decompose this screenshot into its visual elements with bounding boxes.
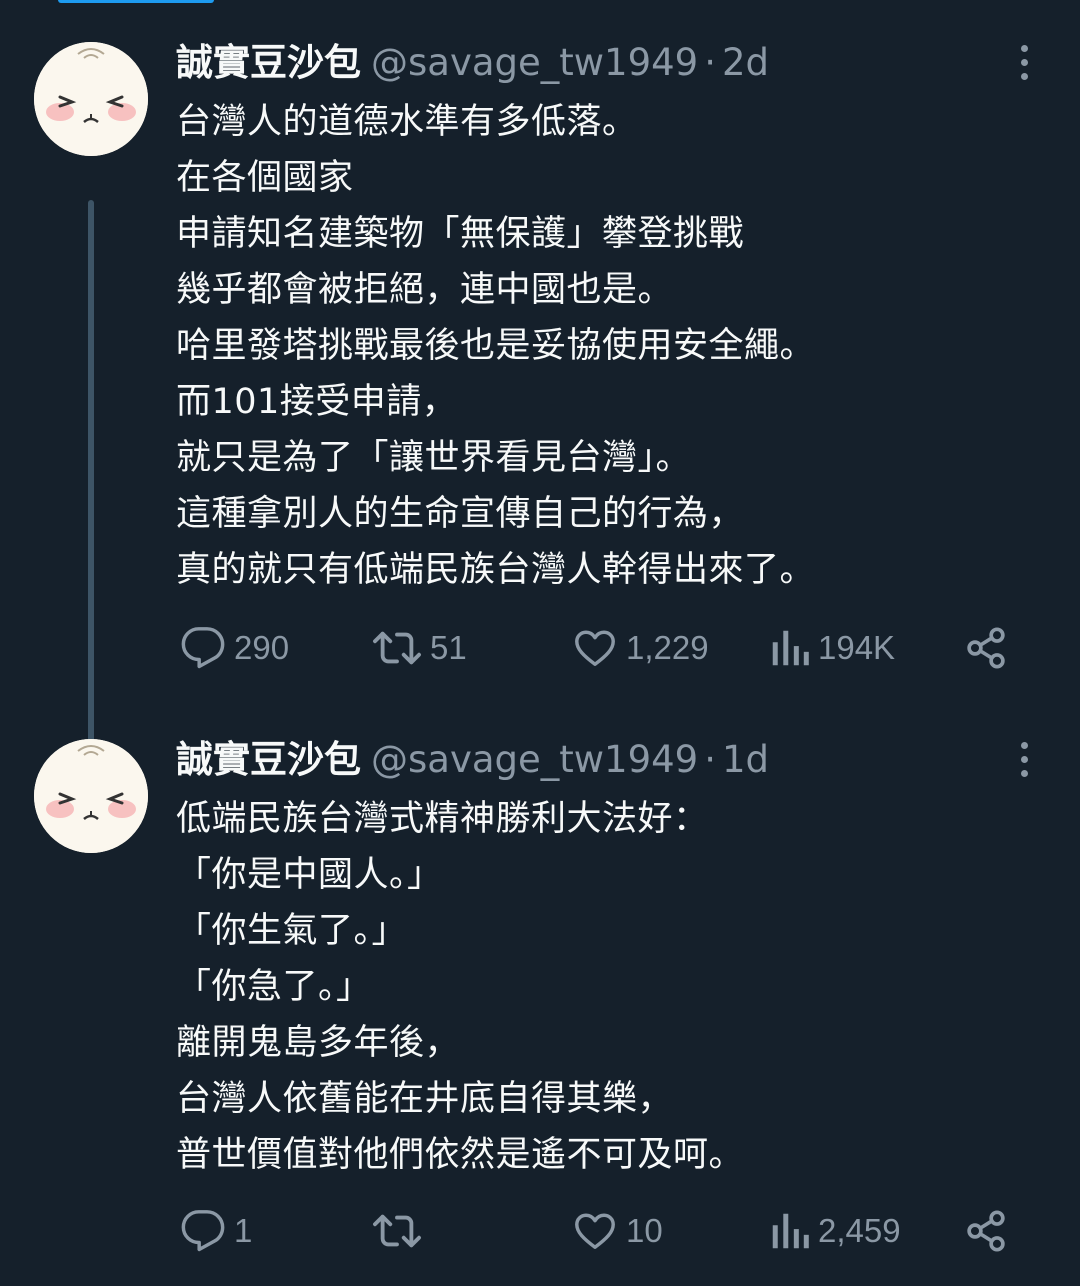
tweet-text-line: 「你生氣了。」: [176, 911, 408, 951]
retweet-count: 51: [430, 629, 467, 666]
reply-count: 290: [234, 629, 290, 666]
vertical-ellipsis-icon: [1020, 44, 1028, 52]
top-tab-indicator: [58, 0, 214, 3]
tweet-text-line: 申請知名建築物「無保護」攀登挑戰: [176, 214, 745, 254]
display-name[interactable]: 誠實豆沙包: [176, 41, 361, 84]
more-options-button[interactable]: [1004, 42, 1044, 82]
retweet-button[interactable]: [372, 1204, 430, 1258]
like-button[interactable]: 1,229: [572, 621, 709, 675]
share-button[interactable]: [964, 621, 1008, 675]
share-nodes-icon: [967, 627, 1005, 669]
tweet-text-line: 哈里發塔挑戰最後也是妥協使用安全繩。: [176, 326, 816, 366]
tweet-text-line: 幾乎都會被拒絕，連中國也是。: [176, 270, 674, 310]
user-handle[interactable]: @savage_tw1949: [371, 41, 698, 84]
reply-button[interactable]: 1: [180, 1204, 252, 1258]
share-button[interactable]: [964, 1204, 1008, 1258]
bar-chart-icon: [772, 1213, 809, 1249]
tweet-text-line: 這種拿別人的生命宣傳自己的行為，: [176, 494, 745, 534]
tweet-text-line: 真的就只有低端民族台灣人幹得出來了。: [176, 550, 816, 590]
user-handle[interactable]: @savage_tw1949: [371, 738, 698, 781]
reply-count: 1: [234, 1212, 253, 1249]
retweet-arrows-icon: [373, 1214, 421, 1248]
tweet-header: 誠實豆沙包 @savage_tw1949 · 1d: [176, 735, 769, 785]
like-count: 10: [626, 1212, 663, 1249]
tweet-text-line: 台灣人依舊能在井底自得其樂，: [176, 1079, 674, 1119]
avatar-image: [34, 739, 148, 853]
heart-icon: [575, 1213, 615, 1250]
separator-dot: ·: [704, 41, 716, 84]
tweet-text-line: 「你急了。」: [176, 967, 372, 1007]
tweet[interactable]: 誠實豆沙包 @savage_tw1949 · 1d 低端民族台灣式精神勝利大法好： 「…: [0, 735, 1080, 1275]
timestamp[interactable]: 2d: [722, 41, 769, 84]
speech-bubble-icon: [181, 1210, 225, 1252]
tweet-text-line: 「你是中國人。」: [176, 855, 443, 895]
view-count: 2,459: [818, 1212, 901, 1249]
retweet-arrows-icon: [373, 631, 421, 665]
vertical-ellipsis-icon: [1020, 741, 1028, 749]
views-button[interactable]: 2,459: [770, 1204, 901, 1258]
tweet-text-line: 普世價值對他們依然是遙不可及呵。: [176, 1135, 745, 1175]
tweet-text: 低端民族台灣式精神勝利大法好： 「你是中國人。」 「你生氣了。」 「你急了。」 …: [176, 791, 1056, 1183]
retweet-button[interactable]: 51: [372, 621, 467, 675]
tweet-action-bar: 1 10 2,459: [176, 1204, 1036, 1258]
tweet-action-bar: 290 51 1,229 194K: [176, 621, 1036, 675]
view-count: 194K: [818, 629, 896, 666]
tweet-text-line: 而101接受申請，: [176, 382, 458, 422]
separator-dot: ·: [704, 738, 716, 781]
tweet-text: 台灣人的道德水準有多低落。 在各個國家 申請知名建築物「無保護」攀登挑戰 幾乎都…: [176, 94, 1056, 598]
more-options-button[interactable]: [1004, 739, 1044, 779]
like-count: 1,229: [626, 629, 709, 666]
avatar[interactable]: [34, 42, 148, 156]
heart-icon: [575, 630, 615, 667]
tweet-text-line: 低端民族台灣式精神勝利大法好：: [176, 799, 709, 839]
reply-button[interactable]: 290: [180, 621, 289, 675]
like-button[interactable]: 10: [572, 1204, 663, 1258]
tweet-text-line: 就只是為了「讓世界看見台灣」。: [176, 438, 692, 478]
avatar-image: [34, 42, 148, 156]
tweet-text-line: 在各個國家: [176, 158, 354, 198]
tweet-header: 誠實豆沙包 @savage_tw1949 · 2d: [176, 38, 769, 88]
timestamp[interactable]: 1d: [722, 738, 769, 781]
bar-chart-icon: [772, 630, 809, 666]
avatar[interactable]: [34, 739, 148, 853]
tweet-text-line: 台灣人的道德水準有多低落。: [176, 102, 638, 142]
tweet-text-line: 離開鬼島多年後，: [176, 1023, 461, 1063]
views-button[interactable]: 194K: [770, 621, 895, 675]
tweet[interactable]: 誠實豆沙包 @savage_tw1949 · 2d 台灣人的道德水準有多低落。 在各個…: [0, 38, 1080, 770]
display-name[interactable]: 誠實豆沙包: [176, 738, 361, 781]
thread-connector-line: [88, 200, 94, 770]
share-nodes-icon: [967, 1210, 1005, 1252]
speech-bubble-icon: [181, 627, 225, 669]
